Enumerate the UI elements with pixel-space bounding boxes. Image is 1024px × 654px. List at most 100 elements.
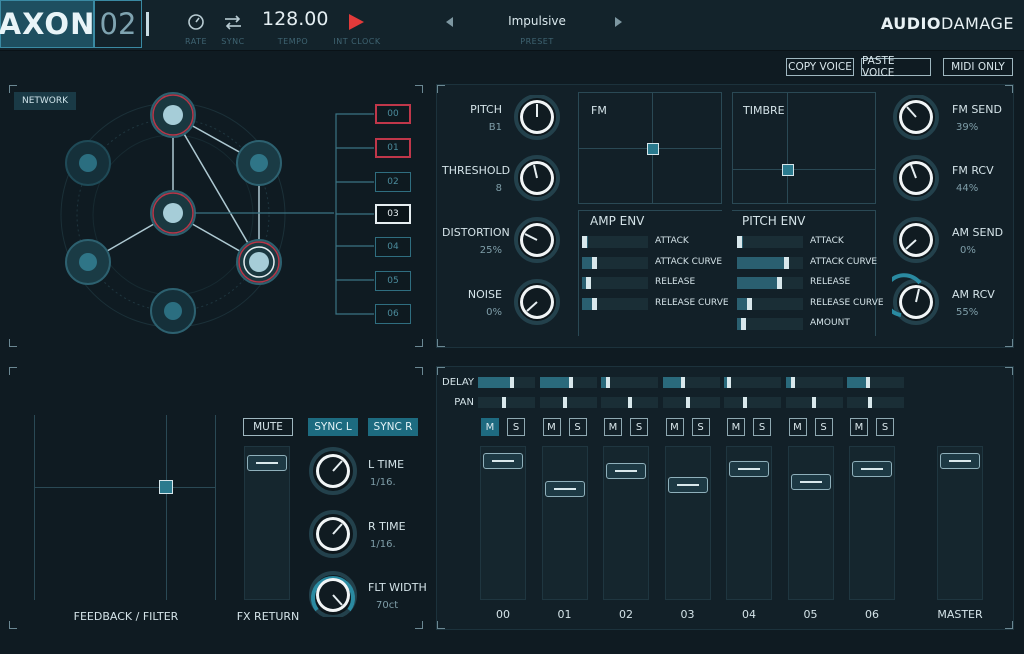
env-slider[interactable] <box>737 236 803 248</box>
feedback-filter-handle[interactable] <box>159 480 173 494</box>
sync-icon[interactable] <box>221 10 245 34</box>
voice-select-06[interactable]: 06 <box>375 304 411 324</box>
fx-return-handle[interactable] <box>247 455 287 471</box>
pan-slider-thumb[interactable] <box>563 397 568 408</box>
timbre-xy-pad[interactable]: TIMBRE <box>732 92 876 204</box>
channel-fader-05[interactable] <box>787 446 834 600</box>
rate-icon[interactable] <box>184 10 208 34</box>
pan-slider-thumb[interactable] <box>812 397 816 408</box>
pan-slider-05[interactable] <box>785 397 843 408</box>
solo-button-06[interactable]: S <box>876 418 894 436</box>
delay-slider-02[interactable] <box>601 377 658 388</box>
voice-knobs-right[interactable] <box>892 95 942 345</box>
delay-slider-thumb[interactable] <box>509 377 514 388</box>
env-slider-thumb[interactable] <box>783 256 789 269</box>
voice-select-01[interactable]: 01 <box>375 138 411 158</box>
fm-xy-pad[interactable]: FM <box>578 92 722 204</box>
network-graph[interactable] <box>40 90 340 350</box>
pan-slider-thumb[interactable] <box>627 397 632 408</box>
pan-slider-06[interactable] <box>847 397 904 408</box>
env-slider[interactable] <box>737 256 803 269</box>
channel-fader-handle-01[interactable] <box>544 481 585 497</box>
master-fader[interactable] <box>937 446 983 600</box>
delay-slider-04[interactable] <box>724 377 781 388</box>
mute-button-06[interactable]: M <box>850 418 868 436</box>
mute-button-01[interactable]: M <box>542 418 561 436</box>
pan-slider-02[interactable] <box>601 397 658 408</box>
env-slider[interactable] <box>737 318 803 330</box>
tempo-value[interactable]: 128.00 <box>262 8 328 30</box>
delay-slider-06[interactable] <box>847 377 904 388</box>
solo-button-02[interactable]: S <box>630 418 648 436</box>
fx-knobs[interactable] <box>308 447 360 617</box>
env-slider[interactable] <box>582 297 648 310</box>
delay-slider-thumb[interactable] <box>681 377 686 388</box>
channel-fader-handle-04[interactable] <box>729 461 769 478</box>
channel-fader-handle-03[interactable] <box>667 476 708 493</box>
delay-slider-thumb[interactable] <box>790 377 795 388</box>
pan-slider-01[interactable] <box>539 397 597 408</box>
solo-button-05[interactable]: S <box>814 418 833 436</box>
env-slider[interactable] <box>582 236 648 248</box>
pan-slider-03[interactable] <box>662 397 720 408</box>
channel-fader-03[interactable] <box>664 446 711 600</box>
pan-slider-04[interactable] <box>724 397 781 408</box>
voice-select-05[interactable]: 05 <box>375 271 411 291</box>
solo-button-04[interactable]: S <box>753 418 771 436</box>
delay-slider-thumb[interactable] <box>726 377 731 388</box>
pan-slider-thumb[interactable] <box>501 397 506 408</box>
midi-only-button[interactable]: MIDI ONLY <box>943 58 1013 76</box>
delay-slider-thumb[interactable] <box>606 377 611 388</box>
mute-button-03[interactable]: M <box>665 418 684 436</box>
env-slider[interactable] <box>737 277 803 289</box>
mute-button-04[interactable]: M <box>727 418 745 436</box>
env-slider-thumb[interactable] <box>592 297 598 310</box>
channel-fader-handle-06[interactable] <box>852 461 892 478</box>
play-icon[interactable] <box>344 10 368 34</box>
fm-xy-handle[interactable] <box>647 143 659 155</box>
solo-button-01[interactable]: S <box>568 418 587 436</box>
master-fader-handle[interactable] <box>940 453 980 469</box>
mute-button[interactable]: MUTE <box>243 418 293 436</box>
delay-slider-05[interactable] <box>785 377 843 388</box>
voice-select-00[interactable]: 00 <box>375 104 411 124</box>
channel-fader-handle-05[interactable] <box>790 474 831 490</box>
feedback-filter-pad[interactable] <box>34 415 216 600</box>
env-slider-thumb[interactable] <box>737 236 743 248</box>
sync-r-button[interactable]: SYNC R <box>368 418 418 436</box>
delay-slider-03[interactable] <box>662 377 720 388</box>
env-slider-thumb[interactable] <box>585 277 591 289</box>
voice-knobs-left[interactable] <box>513 95 563 345</box>
preset-next-icon[interactable] <box>606 10 630 34</box>
pan-slider-00[interactable] <box>478 397 535 408</box>
solo-button-03[interactable]: S <box>691 418 710 436</box>
env-slider-thumb[interactable] <box>592 256 598 269</box>
sync-l-button[interactable]: SYNC L <box>308 418 358 436</box>
delay-slider-01[interactable] <box>539 377 597 388</box>
channel-fader-00[interactable] <box>480 446 526 600</box>
env-slider-thumb[interactable] <box>582 236 588 248</box>
env-slider[interactable] <box>582 256 648 269</box>
solo-button-00[interactable]: S <box>507 418 525 436</box>
preset-name[interactable]: Impulsive <box>462 14 612 28</box>
mute-button-00[interactable]: M <box>481 418 499 436</box>
copy-voice-button[interactable]: COPY VOICE <box>786 58 854 76</box>
env-slider[interactable] <box>737 297 803 310</box>
voice-select-04[interactable]: 04 <box>375 237 411 257</box>
pan-slider-thumb[interactable] <box>742 397 747 408</box>
channel-fader-01[interactable] <box>541 446 588 600</box>
voice-select-02[interactable]: 02 <box>375 172 411 192</box>
env-slider-thumb[interactable] <box>740 318 746 330</box>
delay-slider-thumb[interactable] <box>865 377 870 388</box>
paste-voice-button[interactable]: PASTE VOICE <box>861 55 931 79</box>
pan-slider-thumb[interactable] <box>686 397 691 408</box>
delay-slider-thumb[interactable] <box>568 377 573 388</box>
env-slider-thumb[interactable] <box>747 297 753 310</box>
delay-slider-00[interactable] <box>478 377 535 388</box>
env-slider[interactable] <box>582 277 648 289</box>
voice-select-03[interactable]: 03 <box>375 204 411 224</box>
channel-fader-handle-00[interactable] <box>483 453 523 469</box>
mute-button-02[interactable]: M <box>604 418 622 436</box>
timbre-xy-handle[interactable] <box>782 164 794 176</box>
preset-prev-icon[interactable] <box>438 10 462 34</box>
